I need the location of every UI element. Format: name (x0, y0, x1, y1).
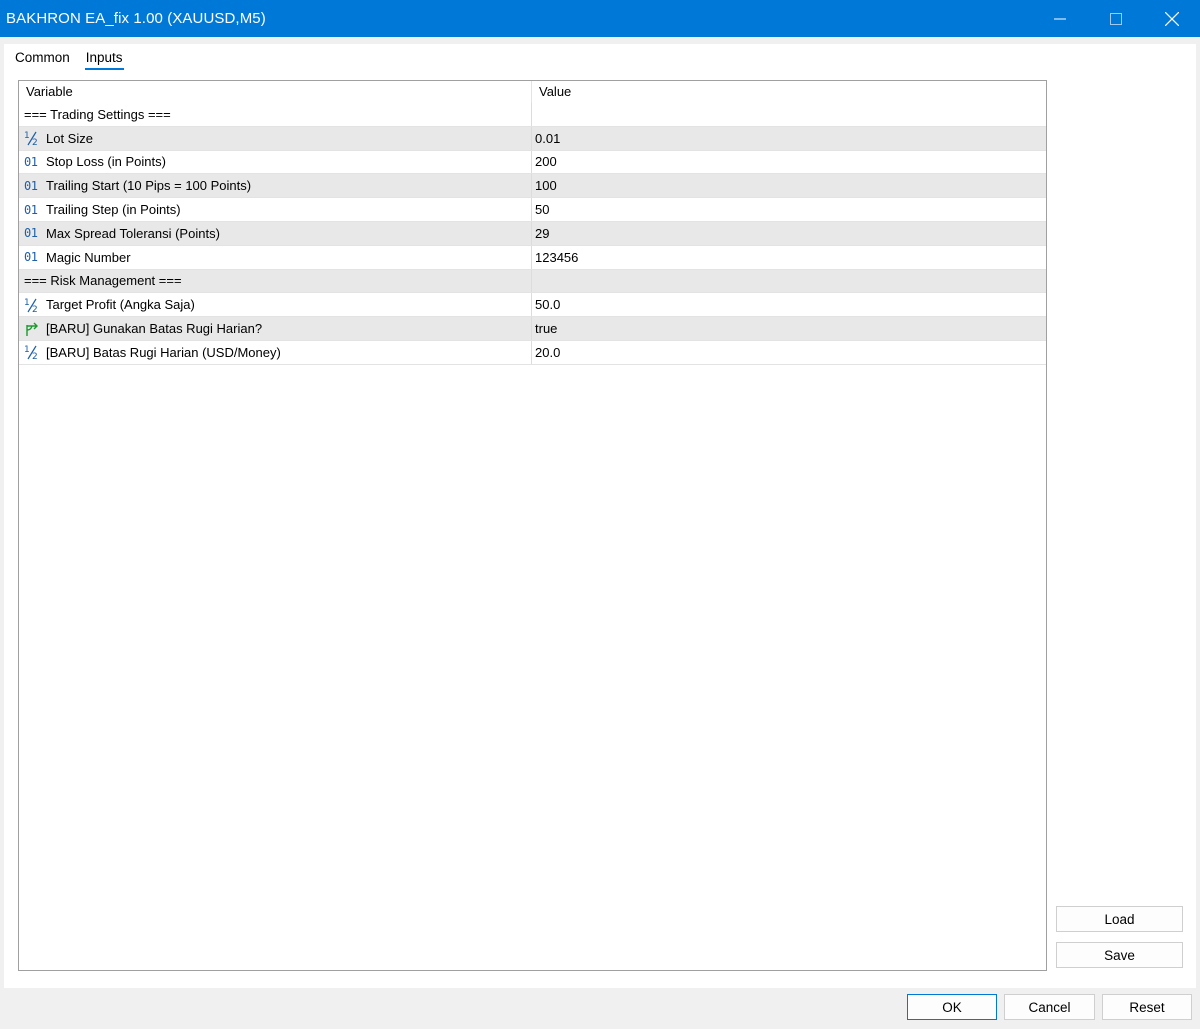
double-type-icon: 12 (24, 344, 43, 360)
value-cell[interactable] (532, 270, 1046, 293)
value-text: 200 (535, 154, 557, 170)
variable-cell: 01 Trailing Step (in Points) (19, 198, 532, 221)
ok-button[interactable]: OK (907, 994, 997, 1020)
variable-cell: 01 Magic Number (19, 245, 532, 269)
integer-type-icon: 01 (24, 226, 38, 241)
value-cell[interactable]: 123456 (532, 246, 1046, 269)
svg-text:2: 2 (32, 352, 38, 360)
load-button[interactable]: Load (1056, 906, 1183, 932)
variable-cell: 01 Trailing Start (10 Pips = 100 Points) (19, 174, 532, 198)
save-button[interactable]: Save (1056, 942, 1183, 968)
title-bar[interactable]: BAKHRON EA_fix 1.00 (XAUUSD,M5) (0, 0, 1200, 37)
bool-type-icon (24, 321, 43, 337)
variable-cell: 01 Stop Loss (in Points) (19, 150, 532, 174)
variable-name: Stop Loss (in Points) (46, 154, 166, 170)
value-text: 50 (535, 202, 550, 218)
variable-name: Magic Number (46, 249, 131, 265)
value-text: true (535, 321, 558, 337)
value-text: 29 (535, 225, 550, 241)
variable-cell: 1 2 Lot Size (19, 126, 532, 150)
grid-rows: === Trading Settings === 1 2 Lot Size 0.01 01… (19, 103, 1046, 365)
table-row[interactable]: === Trading Settings === (19, 103, 1046, 127)
double-type-icon: 12 (24, 130, 43, 146)
tab-common[interactable]: Common (14, 48, 71, 70)
value-cell[interactable]: 50 (532, 198, 1046, 221)
maximize-icon (1110, 12, 1122, 25)
value-text: 100 (535, 178, 557, 194)
table-row[interactable]: [BARU] Gunakan Batas Rugi Harian? true (19, 317, 1046, 341)
variable-cell: [BARU] Gunakan Batas Rugi Harian? (19, 317, 532, 340)
table-row[interactable]: 01 Max Spread Toleransi (Points) 29 (19, 221, 1046, 246)
variable-name: [BARU] Gunakan Batas Rugi Harian? (46, 321, 263, 337)
minimize-button[interactable] (1032, 0, 1088, 37)
variable-name: === Risk Management === (24, 273, 182, 289)
table-row[interactable]: 1 2 Lot Size 0.01 (19, 126, 1046, 151)
reset-button[interactable]: Reset (1102, 994, 1192, 1020)
svg-text:1: 1 (24, 298, 30, 308)
variable-cell: === Trading Settings === (19, 103, 532, 126)
column-header-variable[interactable]: Variable (19, 81, 532, 103)
table-row[interactable]: 01 Stop Loss (in Points) 200 (19, 150, 1046, 175)
value-cell[interactable]: 29 (532, 222, 1046, 245)
value-cell[interactable]: 100 (532, 174, 1046, 197)
variable-name: === Trading Settings === (24, 106, 171, 122)
variable-cell: 1 2 [BARU] Batas Rugi Harian (USD/Money) (19, 340, 532, 364)
close-button[interactable] (1144, 0, 1200, 37)
svg-text:2: 2 (32, 138, 38, 146)
variable-name: Max Spread Toleransi (Points) (46, 225, 220, 241)
tab-inputs[interactable]: Inputs (84, 48, 124, 70)
value-cell[interactable]: 20.0 (532, 341, 1046, 364)
integer-type-icon: 01 (24, 202, 38, 217)
window-controls (1032, 0, 1200, 37)
integer-type-icon: 01 (24, 178, 38, 193)
variable-cell: === Risk Management === (19, 269, 532, 293)
svg-text:1: 1 (24, 345, 30, 355)
double-type-icon: 12 (24, 297, 43, 313)
svg-text:2: 2 (32, 305, 38, 313)
value-text: 50.0 (535, 297, 561, 313)
tab-strip: Common Inputs (14, 48, 124, 72)
integer-type-icon: 01 (24, 154, 38, 169)
close-icon (1165, 11, 1179, 26)
table-row[interactable]: 01 Trailing Step (in Points) 50 (19, 198, 1046, 222)
table-row[interactable]: 01 Trailing Start (10 Pips = 100 Points) 1… (19, 174, 1046, 199)
inputs-grid[interactable]: Variable Value === Trading Settings === 1… (18, 80, 1047, 971)
variable-name: Target Profit (Angka Saja) (46, 297, 195, 313)
value-cell[interactable]: 0.01 (532, 127, 1046, 150)
table-row[interactable]: 1 2 Target Profit (Angka Saja) 50.0 (19, 293, 1046, 318)
cancel-button[interactable]: Cancel (1004, 994, 1095, 1020)
variable-cell: 01 Max Spread Toleransi (Points) (19, 221, 532, 245)
table-row[interactable]: 01 Magic Number 123456 (19, 245, 1046, 270)
value-cell[interactable]: 50.0 (532, 293, 1046, 316)
variable-name: [BARU] Batas Rugi Harian (USD/Money) (46, 344, 281, 360)
value-cell[interactable]: true (532, 317, 1046, 340)
variable-name: Trailing Start (10 Pips = 100 Points) (46, 178, 252, 194)
minimize-icon (1054, 18, 1066, 19)
variable-cell: 1 2 Target Profit (Angka Saja) (19, 293, 532, 317)
variable-name: Trailing Step (in Points) (46, 202, 181, 218)
value-text: 123456 (535, 249, 579, 265)
value-text: 0.01 (535, 130, 561, 146)
svg-text:1: 1 (24, 131, 30, 141)
window-title: BAKHRON EA_fix 1.00 (XAUUSD,M5) (6, 10, 266, 27)
table-row[interactable]: === Risk Management === (19, 269, 1046, 294)
grid-header: Variable Value (19, 81, 1046, 103)
table-row[interactable]: 1 2 [BARU] Batas Rugi Harian (USD/Money) 20… (19, 340, 1046, 365)
value-cell[interactable] (532, 103, 1046, 126)
integer-type-icon: 01 (24, 250, 38, 265)
dialog-body: Common Inputs Variable Value === Trading… (4, 44, 1196, 988)
value-cell[interactable]: 200 (532, 151, 1046, 174)
variable-name: Lot Size (46, 130, 93, 146)
maximize-button[interactable] (1088, 0, 1144, 37)
column-header-value[interactable]: Value (532, 81, 1046, 103)
value-text: 20.0 (535, 344, 561, 360)
